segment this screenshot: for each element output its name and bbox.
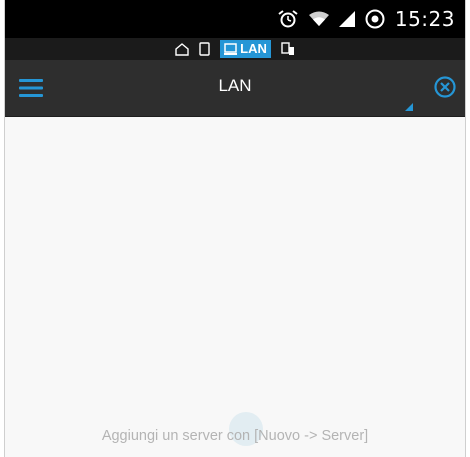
clock: 15:23 xyxy=(394,7,455,31)
status-bar: 15:23 xyxy=(5,0,465,38)
app-bar: LAN xyxy=(5,60,465,117)
phone-screen: 15:23 LAN LAN Aggiungi un server con [Nu… xyxy=(4,0,466,457)
tab-lan-label: LAN xyxy=(240,41,267,56)
battery-icon xyxy=(365,9,385,29)
empty-hint-text: Aggiungi un server con [Nuovo -> Server] xyxy=(101,428,369,444)
mode-switcher: LAN xyxy=(5,38,465,60)
phone-icon[interactable] xyxy=(199,42,210,56)
tab-lan[interactable]: LAN xyxy=(220,40,271,58)
signal-icon xyxy=(338,11,355,27)
alarm-icon xyxy=(277,9,299,29)
page-title: LAN xyxy=(218,76,252,95)
server-list-empty: Aggiungi un server con [Nuovo -> Server] xyxy=(5,117,465,457)
dropdown-indicator-icon[interactable] xyxy=(405,98,413,111)
status-icons: 15:23 xyxy=(277,6,455,32)
lan-icon xyxy=(224,42,238,56)
close-circle-icon[interactable] xyxy=(433,75,457,99)
devices-icon[interactable] xyxy=(281,42,295,56)
wifi-icon xyxy=(308,11,329,27)
home-icon[interactable] xyxy=(175,42,189,56)
